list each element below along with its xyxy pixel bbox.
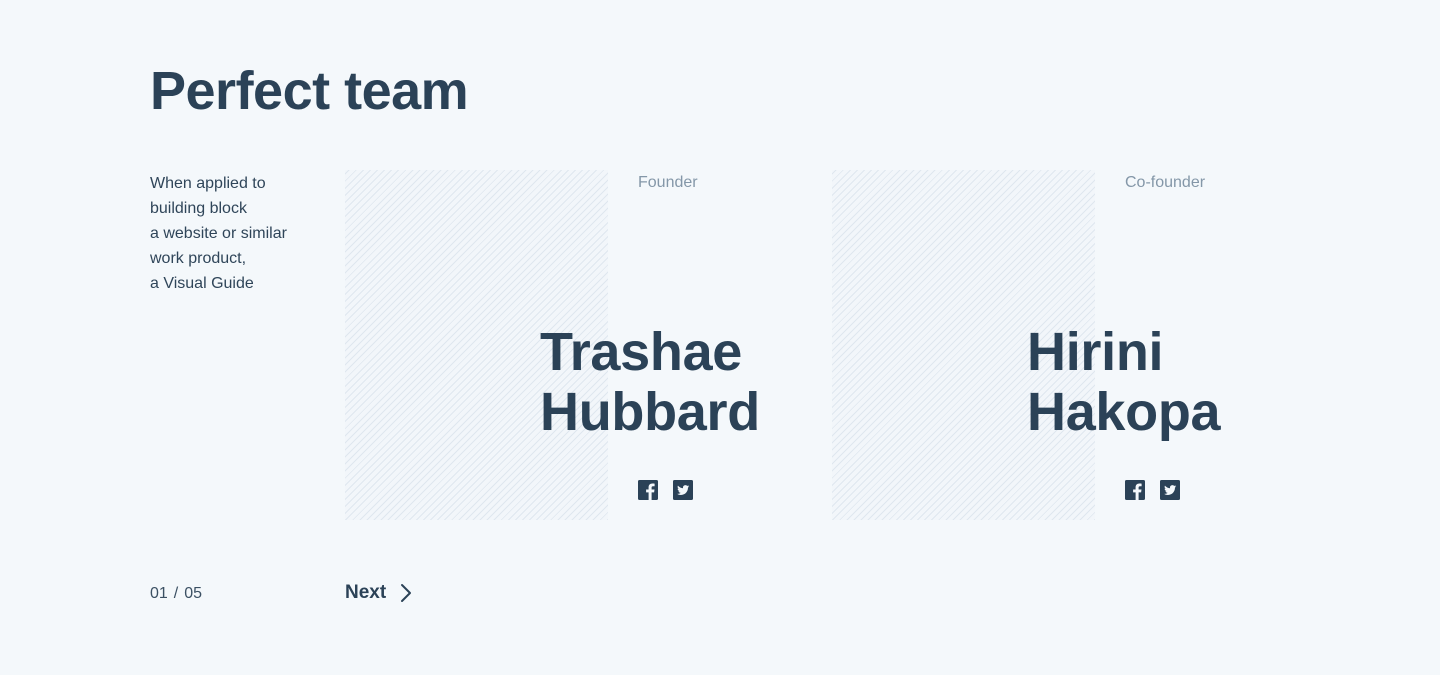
intro-line: building block bbox=[150, 200, 247, 217]
next-label: Next bbox=[345, 582, 387, 603]
member-last-name: Hakopa bbox=[1027, 382, 1221, 442]
twitter-icon[interactable] bbox=[1160, 480, 1180, 500]
intro-line: When applied to bbox=[150, 175, 266, 192]
intro-line: a Visual Guide bbox=[150, 275, 254, 292]
pagination-counter: 01 / 05 bbox=[150, 583, 202, 605]
intro-line: a website or similar bbox=[150, 225, 287, 242]
member-first-name: Hirini bbox=[1027, 322, 1164, 382]
page-separator: / bbox=[173, 585, 179, 602]
member-name: Trashae Hubbard bbox=[540, 322, 760, 442]
intro-text: When applied to building block a website… bbox=[150, 171, 330, 296]
twitter-icon[interactable] bbox=[673, 480, 693, 500]
chevron-right-icon bbox=[401, 584, 412, 602]
next-button[interactable]: Next bbox=[345, 579, 412, 607]
facebook-icon[interactable] bbox=[638, 480, 658, 500]
page-title: Perfect team bbox=[150, 61, 469, 121]
member-name: Hirini Hakopa bbox=[1027, 322, 1221, 442]
member-last-name: Hubbard bbox=[540, 382, 760, 442]
current-page: 01 bbox=[150, 585, 168, 602]
facebook-icon[interactable] bbox=[1125, 480, 1145, 500]
total-pages: 05 bbox=[184, 585, 203, 602]
team-card-trashae-hubbard: Founder Trashae Hubbard bbox=[345, 170, 785, 520]
member-role: Co-founder bbox=[1125, 174, 1206, 191]
member-role: Founder bbox=[638, 174, 698, 191]
intro-line: work product, bbox=[150, 250, 247, 267]
team-card-hirini-hakopa: Co-founder Hirini Hakopa bbox=[832, 170, 1272, 520]
member-first-name: Trashae bbox=[540, 322, 743, 382]
